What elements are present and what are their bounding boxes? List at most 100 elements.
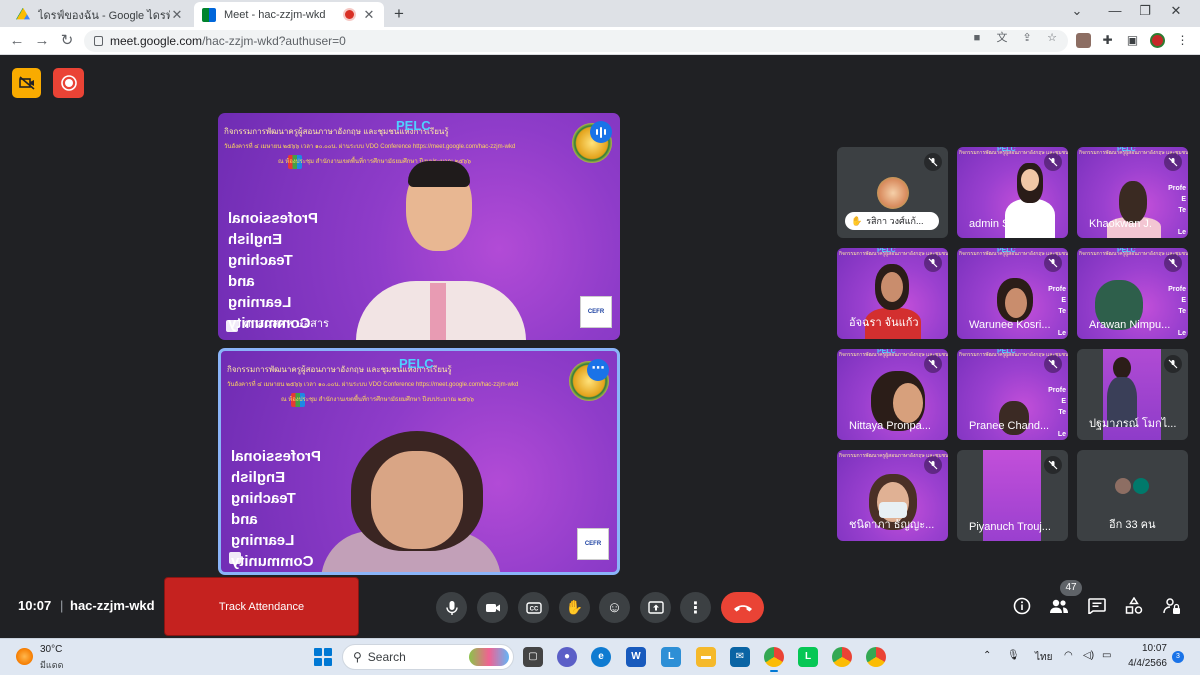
more-options-icon[interactable]: ⋯ [587,359,609,381]
search-icon: ⚲ [353,650,362,664]
host-controls-button[interactable] [1160,594,1184,618]
edge-icon[interactable]: e [591,647,611,667]
emoji-icon: ☺ [606,599,623,616]
participant-tile-main-1[interactable]: กิจกรรมการพัฒนาครูผู้สอนภาษาอังกฤษ และชุ… [218,113,620,340]
close-window-button[interactable]: ✕ [1166,3,1186,19]
taskbar-search-box[interactable]: ⚲ Search [342,644,514,670]
browser-menu-icon[interactable]: ⋮ [1175,33,1190,48]
new-tab-button[interactable]: + [390,4,408,24]
pelc-logo-text: PELC [997,349,1016,355]
search-label: Search [367,650,406,664]
word-icon[interactable]: W [626,647,646,667]
participant-face [881,272,903,302]
sun-icon[interactable] [16,648,33,665]
microphone-button[interactable] [436,592,467,623]
present-screen-button[interactable] [640,592,671,623]
tab-google-drive[interactable]: ไดรฟ์ของฉัน - Google ไดรฟ์ ✕ [8,2,192,27]
close-icon[interactable]: ✕ [362,7,376,23]
input-language[interactable]: ไทย [1035,650,1052,665]
others-tile[interactable]: อีก 33 คน [1077,450,1188,541]
weather-temperature[interactable]: 30°C [40,644,62,655]
pin-icon[interactable] [226,320,238,332]
activities-button[interactable] [1122,594,1146,618]
back-arrow-icon[interactable]: ← [8,32,26,50]
windows-start-icon[interactable] [314,648,332,666]
meeting-details-button[interactable] [1010,594,1034,618]
more-options-button[interactable]: ⋮ [680,592,711,623]
participant-name: ปฐมาภรณ์ โมกไ... [1089,418,1177,430]
share-icon[interactable]: ⇪ [1020,31,1034,45]
camera-off-indicator-icon[interactable] [12,68,41,98]
captions-button[interactable]: CC [518,592,549,623]
participant-tile[interactable]: ปฐมาภรณ์ โมกไ... [1077,349,1188,440]
mail-icon[interactable]: ✉ [730,647,750,667]
recording-icon[interactable] [53,68,84,98]
raise-hand-button[interactable]: ✋ [559,592,590,623]
notification-badge[interactable]: 3 [1172,651,1184,663]
chrome-icon[interactable] [764,647,784,672]
teams-chat-icon[interactable]: ● [557,647,577,667]
participant-tile[interactable]: กิจกรรมการพัฒนาครูผู้สอนภาษาอังกฤษ และชุ… [837,349,948,440]
pelc-logo-text: PELC [399,356,434,371]
participant-tile[interactable]: กิจกรรมการพัฒนาครูผู้สอนภาษาอังกฤษ และชุ… [837,248,948,339]
tab-search-icon[interactable]: ⌄ [1067,3,1087,19]
line-icon[interactable]: L [798,647,818,667]
camera-button[interactable] [477,592,508,623]
pelc-logo-text: PELC [396,118,431,133]
people-button[interactable] [1047,594,1071,618]
taskbar-date[interactable]: 4/4/2566 [1125,658,1167,669]
tab-meet[interactable]: Meet - hac-zzjm-wkd ✕ [194,2,384,27]
battery-icon[interactable]: ▭ [1102,650,1111,661]
chrome-profile-icon[interactable] [866,647,886,667]
slide-word: Teaching [231,490,296,507]
minimize-button[interactable]: — [1105,3,1125,18]
restore-button[interactable]: ❐ [1135,3,1155,19]
task-view-icon[interactable]: ▢ [523,647,543,667]
participant-tile[interactable]: Piyanuch Trouj... [957,450,1068,541]
translate-icon[interactable]: 文 [995,31,1009,45]
participant-tile[interactable]: กิจกรรมการพัฒนาครูผู้สอนภาษาอังกฤษ และชุ… [957,248,1068,339]
participant-tile[interactable]: กิจกรรมการพัฒนาครูผู้สอนภาษาอังกฤษ และชุ… [957,147,1068,238]
google-drive-icon [16,7,30,20]
track-attendance-button[interactable]: Track Attendance [164,577,359,636]
microphone-tray-icon[interactable]: 🎙 [1007,650,1020,661]
participant-tile[interactable]: ✋ รสิกา วงศ์แก้... [837,147,948,238]
participant-tile[interactable]: กิจกรรมการพัฒนาครูผู้สอนภาษาอังกฤษ และชุ… [837,450,948,541]
recording-indicator-icon [345,10,354,19]
end-call-button[interactable] [721,592,764,623]
show-hidden-icons-chevron-icon[interactable]: ⌃ [983,650,991,661]
bookmark-star-icon[interactable]: ☆ [1045,31,1059,45]
chat-button[interactable] [1085,594,1109,618]
hand-raised-pill: ✋ รสิกา วงศ์แก้... [845,212,939,230]
close-icon[interactable]: ✕ [170,7,184,23]
taskbar-time[interactable]: 10:07 [1125,643,1167,654]
participant-tile[interactable]: กิจกรรมการพัฒนาครูผู้สอนภาษาอังกฤษ และชุ… [957,349,1068,440]
wifi-icon[interactable]: ◠ [1064,650,1073,661]
participant-hair [1113,357,1131,379]
file-explorer-icon[interactable]: ▬ [696,647,716,667]
pelc-logo-text: PELC [1117,147,1136,153]
url-input[interactable]: meet.google.com /hac-zzjm-wkd?authuser=0 [84,30,1068,52]
participant-tile-main-2[interactable]: กิจกรรมการพัฒนาครูผู้สอนภาษาอังกฤษ และชุ… [218,348,620,575]
camera-in-use-icon[interactable]: ■ [970,31,984,45]
svg-text:CC: CC [529,606,538,612]
puzzle-extensions-icon[interactable]: ✚ [1100,33,1115,48]
slide-word: English [231,469,286,486]
forward-arrow-icon[interactable]: → [33,32,51,50]
banner-date: วันอังคารที่ ๔ เมษายน ๒๕๖๖ เวลา ๑๐.๐๐น. … [227,382,519,388]
l-app-icon[interactable]: L [661,647,681,667]
participant-tile[interactable]: กิจกรรมการพัฒนาครูผู้สอนภาษาอังกฤษ และชุ… [1077,147,1188,238]
pin-icon[interactable] [229,552,241,564]
participant-name: รสิกา วงศ์แก้... [866,216,924,226]
extension-icon[interactable] [1076,33,1091,48]
reload-icon[interactable]: ↻ [58,32,76,50]
chrome-profile-icon[interactable] [832,647,852,667]
weather-description[interactable]: มีแดด [40,658,63,672]
participant-name: admin Sri... [969,218,1025,230]
participant-tile[interactable]: กิจกรรมการพัฒนาครูผู้สอนภาษาอังกฤษ และชุ… [1077,248,1188,339]
reactions-button[interactable]: ☺ [599,592,630,623]
side-panel-icon[interactable]: ▣ [1125,33,1140,48]
volume-icon[interactable]: ◁) [1083,650,1094,661]
profile-avatar[interactable] [1150,33,1165,48]
slide-word: Community [231,553,314,570]
